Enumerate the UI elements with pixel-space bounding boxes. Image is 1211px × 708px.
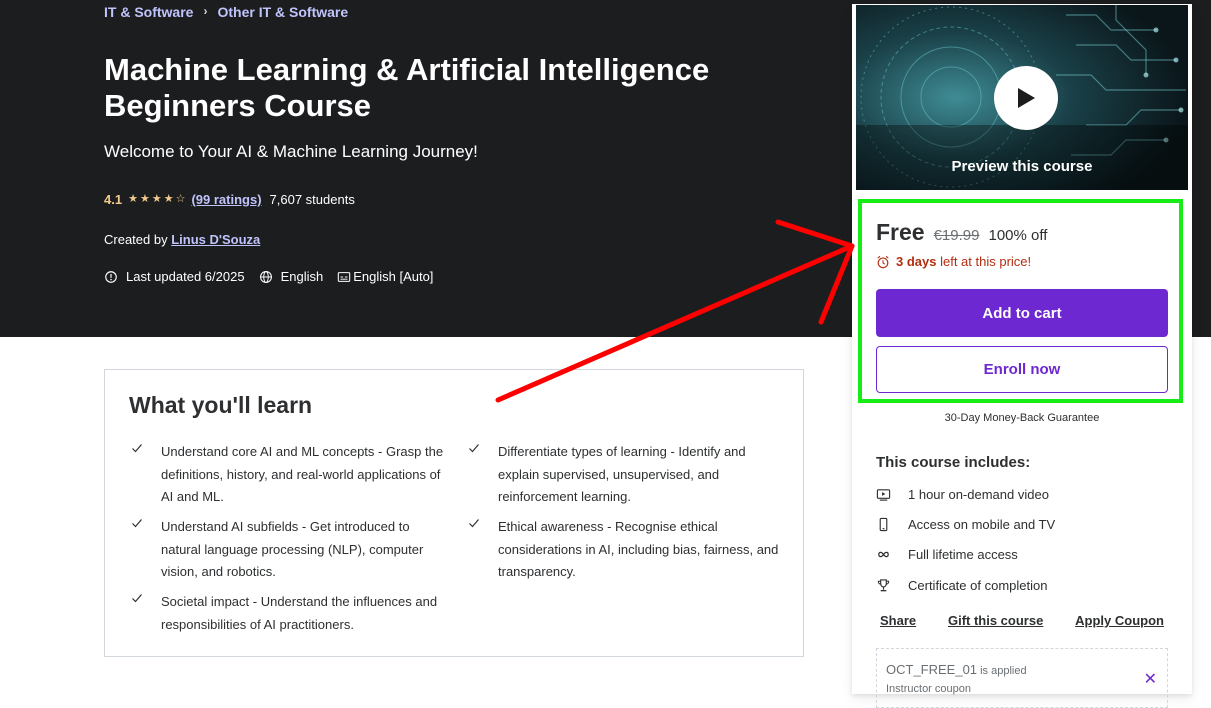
discount-percent: 100% off: [988, 227, 1048, 244]
play-button[interactable]: [994, 66, 1058, 130]
preview-label: Preview this course: [951, 158, 1093, 175]
sidebar-links: Share Gift this course Apply Coupon: [880, 613, 1164, 628]
check-icon: [132, 519, 142, 528]
ratings-link[interactable]: (99 ratings): [191, 192, 261, 207]
instructor-link[interactable]: Linus D'Souza: [171, 232, 260, 247]
learn-item-text: Ethical awareness - Recognise ethical co…: [498, 519, 779, 579]
star-icon: ★: [163, 193, 174, 205]
breadcrumb-other-it-software[interactable]: Other IT & Software: [217, 4, 348, 20]
learn-item-text: Understand AI subfields - Get introduced…: [161, 519, 424, 579]
alarm-clock-icon: [877, 255, 889, 268]
what-you-will-learn: What you'll learn Understand core AI and…: [104, 369, 804, 657]
learn-item: Ethical awareness - Recognise ethical co…: [469, 516, 788, 584]
learn-item-text: Societal impact - Understand the influen…: [161, 594, 438, 632]
include-label: 1 hour on-demand video: [908, 487, 1049, 502]
check-icon: [469, 444, 479, 453]
star-icon: ★: [151, 193, 162, 205]
include-item: Full lifetime access: [876, 547, 1018, 562]
money-back-guarantee: 30-Day Money-Back Guarantee: [944, 412, 1100, 424]
gift-course-link[interactable]: Gift this course: [948, 613, 1043, 628]
coupon-type: Instructor coupon: [886, 683, 971, 695]
check-icon: [132, 594, 142, 603]
add-to-cart-button[interactable]: Add to cart: [876, 289, 1168, 337]
coupon-code-text: OCT_FREE_01: [886, 662, 978, 677]
last-updated: Last updated 6/2025: [104, 269, 245, 284]
breadcrumb-it-software[interactable]: IT & Software: [104, 4, 193, 20]
include-label: Full lifetime access: [908, 547, 1018, 562]
timer-text: 3 days left at this price!: [896, 254, 1031, 269]
include-label: Access on mobile and TV: [908, 517, 1056, 532]
timer-days: 3 days: [896, 254, 937, 269]
learn-item: Societal impact - Understand the influen…: [132, 591, 451, 636]
close-icon[interactable]: ✕: [1144, 669, 1157, 689]
last-updated-text: Last updated 6/2025: [126, 269, 245, 284]
captions-text: English [Auto]: [353, 269, 434, 284]
star-icon: ★: [128, 193, 138, 205]
check-icon: [469, 519, 479, 528]
share-link[interactable]: Share: [880, 613, 916, 628]
course-title: Machine Learning & Artificial Intelligen…: [104, 52, 710, 123]
star-rating: ★ ★ ★ ★ ☆: [128, 194, 185, 205]
created-by-label: Created by: [104, 232, 168, 247]
coupon-applied-text: is applied: [977, 665, 1027, 677]
course-subtitle: Welcome to Your AI & Machine Learning Jo…: [104, 142, 478, 161]
include-item: 1 hour on-demand video: [876, 487, 1049, 502]
learn-item-text: Understand core AI and ML concepts - Gra…: [161, 444, 444, 504]
enroll-now-button[interactable]: Enroll now: [876, 346, 1168, 393]
current-price: Free: [876, 219, 925, 245]
mobile-icon: [879, 517, 888, 532]
students-count: 7,607 students: [269, 192, 355, 207]
globe-icon: [259, 270, 272, 283]
breadcrumb: IT & Software › Other IT & Software: [104, 4, 348, 20]
created-by: Created by Linus D'Souza: [104, 232, 260, 247]
star-outline-icon: ☆: [175, 193, 186, 205]
infinity-icon: [878, 551, 889, 558]
video-icon: [876, 489, 891, 501]
applied-coupon: OCT_FREE_01 is applied Instructor coupon…: [876, 648, 1168, 708]
play-icon: [1018, 88, 1035, 108]
course-preview[interactable]: Preview this course: [856, 5, 1188, 190]
purchase-sidebar: Preview this course Free €19.99 100% off…: [852, 4, 1192, 708]
learn-item: Understand AI subfields - Get introduced…: [132, 516, 451, 584]
learn-item: Understand core AI and ML concepts - Gra…: [132, 441, 451, 509]
includes-title: This course includes:: [876, 454, 1031, 471]
closed-captions-icon: [337, 271, 351, 282]
language: English: [259, 269, 324, 284]
original-price: €19.99: [933, 227, 980, 244]
alert-badge-icon: [105, 270, 117, 283]
captions: English [Auto]: [337, 269, 433, 284]
include-item: Access on mobile and TV: [876, 517, 1055, 532]
language-text: English: [280, 269, 324, 284]
include-item: Certificate of completion: [876, 578, 1047, 593]
apply-coupon-link[interactable]: Apply Coupon: [1075, 613, 1164, 628]
learn-item: Differentiate types of learning - Identi…: [469, 441, 788, 509]
course-meta: Last updated 6/2025 English English [Aut…: [104, 269, 447, 284]
learn-title: What you'll learn: [129, 392, 313, 418]
trophy-icon: [877, 579, 890, 592]
star-icon: ★: [139, 193, 150, 205]
coupon-code: OCT_FREE_01 is applied: [886, 662, 1027, 677]
chevron-right-icon: ›: [203, 4, 208, 18]
check-icon: [132, 444, 142, 453]
rating-row: 4.1 ★ ★ ★ ★ ☆ (99 ratings) 7,607 student…: [104, 192, 355, 207]
timer-rest: left at this price!: [936, 254, 1032, 269]
include-label: Certificate of completion: [908, 578, 1048, 593]
price-row: Free €19.99 100% off: [876, 219, 1047, 246]
learn-item-text: Differentiate types of learning - Identi…: [498, 444, 746, 504]
price-timer: 3 days left at this price!: [876, 254, 1031, 269]
rating-value: 4.1: [104, 192, 123, 207]
